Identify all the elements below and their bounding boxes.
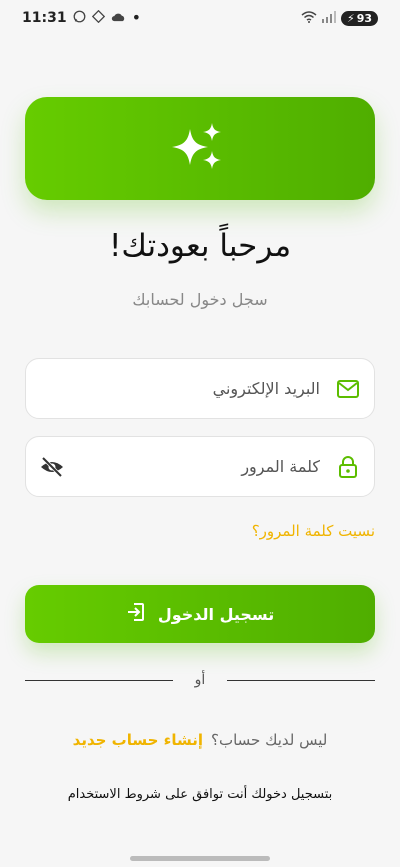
whatsapp-icon — [73, 10, 86, 26]
email-field[interactable] — [25, 358, 375, 419]
divider-line — [25, 679, 173, 681]
create-account-link[interactable]: إنشاء حساب جديد — [73, 731, 203, 749]
battery-indicator: ⚡ 93 — [340, 10, 378, 26]
home-indicator[interactable] — [130, 856, 270, 861]
status-bar: 11:31 • ⚡ 93 — [0, 0, 400, 36]
hero-banner — [25, 97, 375, 200]
signup-row: ليس لديك حساب؟ إنشاء حساب جديد — [0, 731, 400, 749]
status-right: ⚡ 93 — [301, 10, 378, 26]
status-time: 11:31 — [22, 10, 67, 26]
login-button[interactable]: تسجيل الدخول — [25, 585, 375, 643]
divider-text: أو — [194, 672, 206, 688]
battery-level: 93 — [356, 11, 372, 25]
signup-question: ليس لديك حساب؟ — [211, 731, 328, 749]
page-title: مرحباً بعودتك! — [108, 228, 292, 264]
sparkles-icon — [170, 117, 230, 181]
divider-line — [227, 679, 375, 681]
status-left: 11:31 • — [22, 8, 142, 27]
page-subtitle: سجل دخول لحسابك — [132, 290, 268, 309]
password-field[interactable] — [25, 436, 375, 497]
cloud-icon — [111, 11, 126, 26]
forgot-password-link[interactable]: نسيت كلمة المرور؟ — [252, 522, 375, 540]
password-input[interactable] — [64, 457, 336, 476]
login-button-label: تسجيل الدخول — [157, 604, 275, 624]
charging-icon: ⚡ — [346, 11, 355, 25]
signal-icon — [321, 10, 336, 26]
terms-text: بتسجيل دخولك أنت توافق على شروط الاستخدا… — [67, 787, 333, 802]
eye-off-icon[interactable] — [40, 455, 64, 479]
app-icon — [91, 9, 105, 26]
or-divider: أو — [25, 670, 375, 690]
login-icon — [126, 602, 146, 626]
mail-icon — [336, 377, 360, 401]
notification-dot-icon: • — [131, 8, 142, 27]
lock-icon — [336, 455, 360, 479]
email-input[interactable] — [40, 379, 336, 398]
wifi-icon — [301, 10, 317, 26]
